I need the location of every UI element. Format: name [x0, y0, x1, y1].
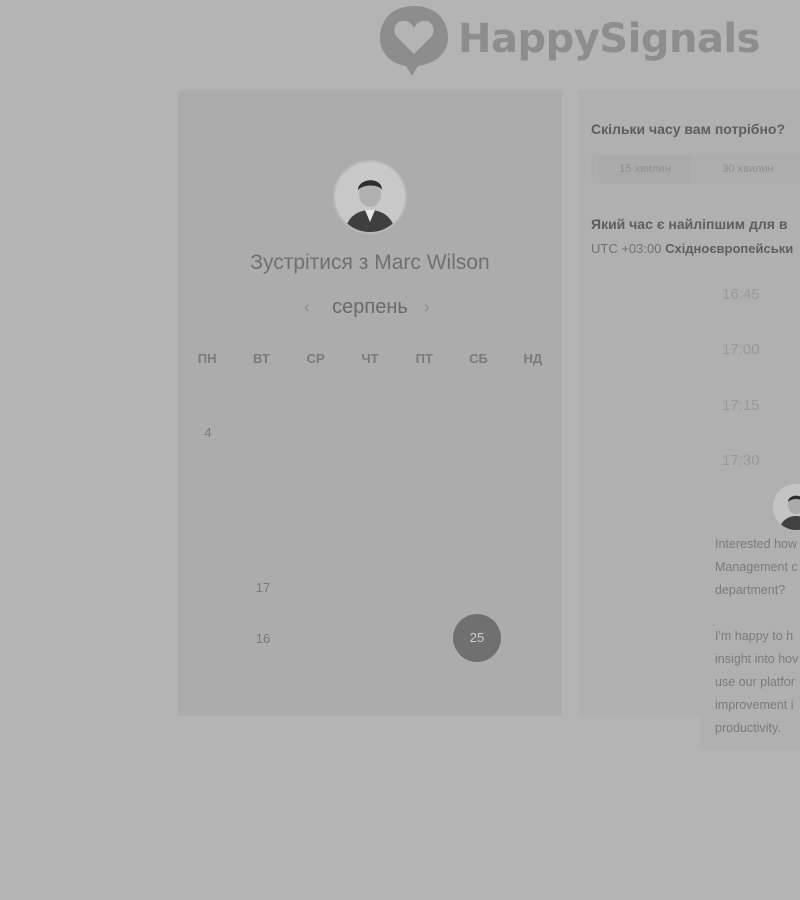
timezone-name: Східноєвропейськи	[665, 241, 794, 256]
month-label: серпень	[332, 296, 408, 318]
weekday-tue: ВТ	[253, 351, 270, 366]
chat-message-line: Interested how	[715, 537, 797, 551]
weekday-wed: СР	[306, 351, 325, 366]
weekday-fri: ПТ	[415, 351, 433, 366]
month-navigator: ‹ серпень ›	[178, 295, 562, 323]
timezone-label[interactable]: UTC +03:00 Східноєвропейськи	[591, 241, 793, 256]
time-slot[interactable]: 17:15	[722, 397, 760, 414]
time-question: Який час є найліпшим для в	[591, 216, 788, 232]
calendar-day-selected[interactable]: 25	[453, 614, 501, 662]
weekday-sun: НД	[523, 351, 543, 366]
brand-logo: HappySignals	[378, 2, 760, 78]
weekday-thu: ЧТ	[361, 351, 379, 366]
chat-message-line: productivity.	[715, 721, 781, 735]
calendar-day[interactable]: 16	[239, 615, 287, 663]
time-slot[interactable]: 16:45	[722, 286, 760, 303]
time-slot[interactable]: 17:00	[722, 341, 760, 358]
brand-name: HappySignals	[458, 16, 760, 62]
chat-message-line: I'm happy to h	[715, 629, 794, 643]
duration-option-15[interactable]: 15 хвилин	[599, 155, 691, 184]
chevron-right-icon[interactable]: ›	[424, 297, 430, 317]
time-slot[interactable]: 17:30	[722, 452, 760, 469]
host-name: Marc Wilson	[374, 251, 490, 274]
chat-message-line: Management c	[715, 560, 798, 574]
weekday-sat: СБ	[469, 351, 488, 366]
chat-message-line: department?	[715, 583, 786, 597]
calendar-day[interactable]: 17	[239, 564, 287, 612]
duration-selector: 15 хвилин 30 хвилин	[591, 155, 800, 184]
duration-question: Скільки часу вам потрібно?	[591, 121, 786, 137]
chat-message-line: use our platfor	[715, 675, 795, 689]
heart-speech-bubble-icon	[380, 6, 448, 76]
weekday-header: ПН ВТ СР ЧТ ПТ СБ НД	[180, 351, 560, 366]
timezone-offset: UTC +03:00	[591, 241, 662, 256]
meet-prefix: Зустрітися з	[250, 251, 369, 274]
chat-message-line: insight into hov	[715, 652, 799, 666]
host-avatar	[333, 160, 407, 234]
calendar-day[interactable]: 4	[184, 409, 232, 457]
calendar-panel: Зустрітися з Marc Wilson ‹ серпень › ПН …	[178, 90, 562, 716]
weekday-mon: ПН	[197, 351, 217, 366]
chat-message-line: improvement i	[715, 698, 794, 712]
meeting-title: Зустрітися з Marc Wilson	[178, 251, 562, 275]
chevron-left-icon[interactable]: ‹	[304, 297, 310, 317]
duration-option-30[interactable]: 30 хвилин	[703, 155, 793, 184]
